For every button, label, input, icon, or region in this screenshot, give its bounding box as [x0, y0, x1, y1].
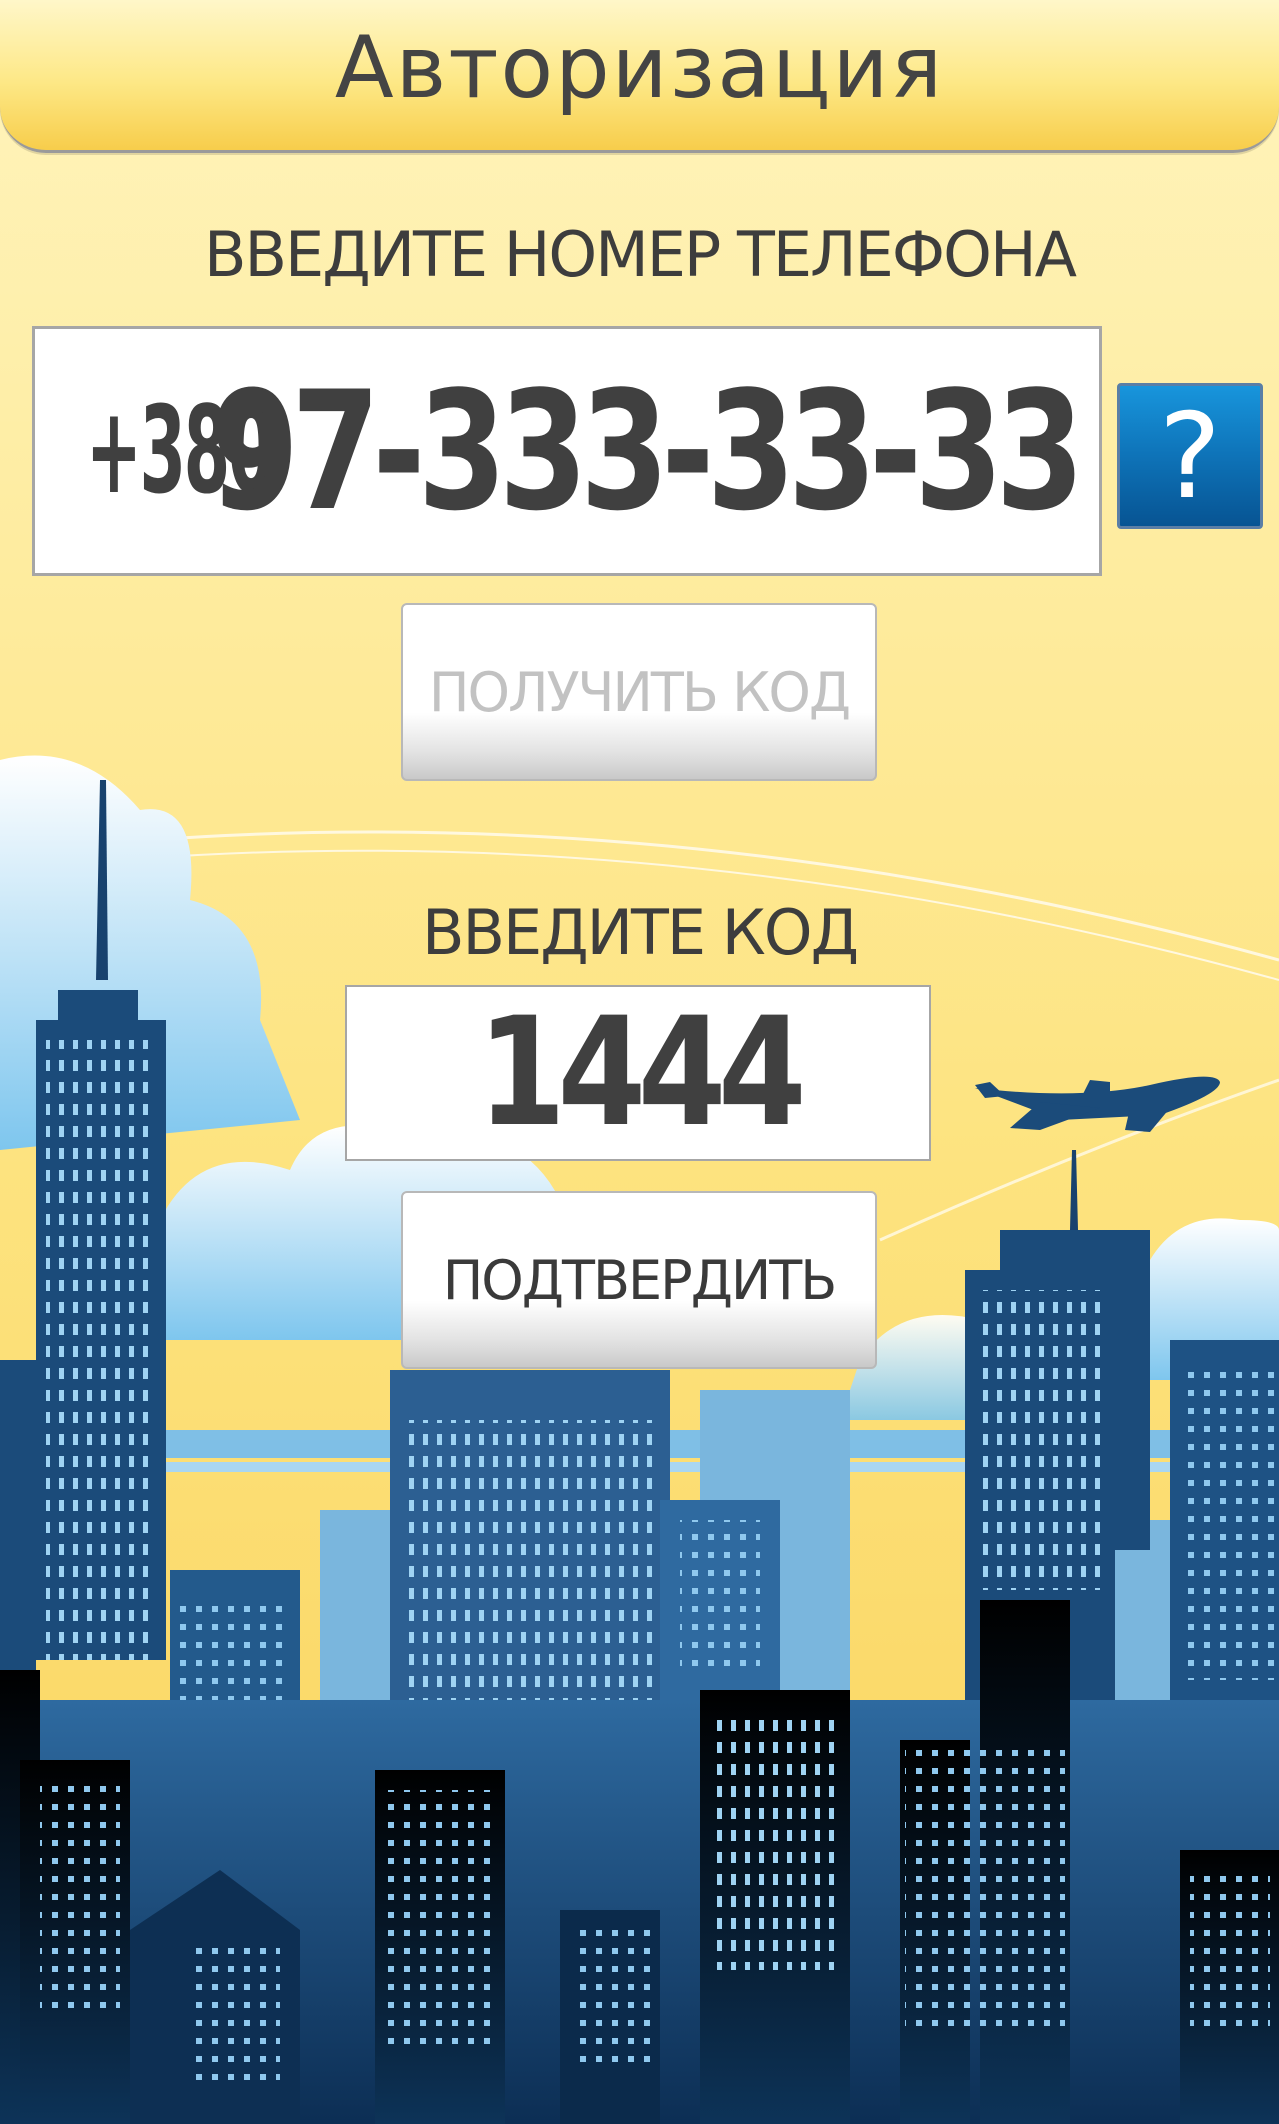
code-value: 1444 [477, 986, 807, 1160]
confirm-label: ПОДТВЕРДИТЬ [442, 1248, 838, 1312]
help-button[interactable]: ? [1117, 383, 1263, 529]
get-code-button[interactable]: ПОЛУЧИТЬ КОД [401, 603, 877, 781]
phone-number-value: 97-333-33-33 [210, 355, 1085, 547]
get-code-label: ПОЛУЧИТЬ КОД [428, 660, 851, 724]
page-title: Авторизация [334, 18, 945, 118]
phone-input[interactable]: +380 97-333-33-33 [32, 326, 1102, 576]
code-input[interactable]: 1444 [345, 985, 931, 1161]
confirm-button[interactable]: ПОДТВЕРДИТЬ [401, 1191, 877, 1369]
code-label: ВВЕДИТЕ КОД [421, 896, 859, 969]
question-mark-icon: ? [1158, 387, 1222, 525]
app-header: Авторизация [0, 0, 1279, 153]
phone-label: ВВЕДИТЕ НОМЕР ТЕЛЕФОНА [203, 218, 1077, 291]
